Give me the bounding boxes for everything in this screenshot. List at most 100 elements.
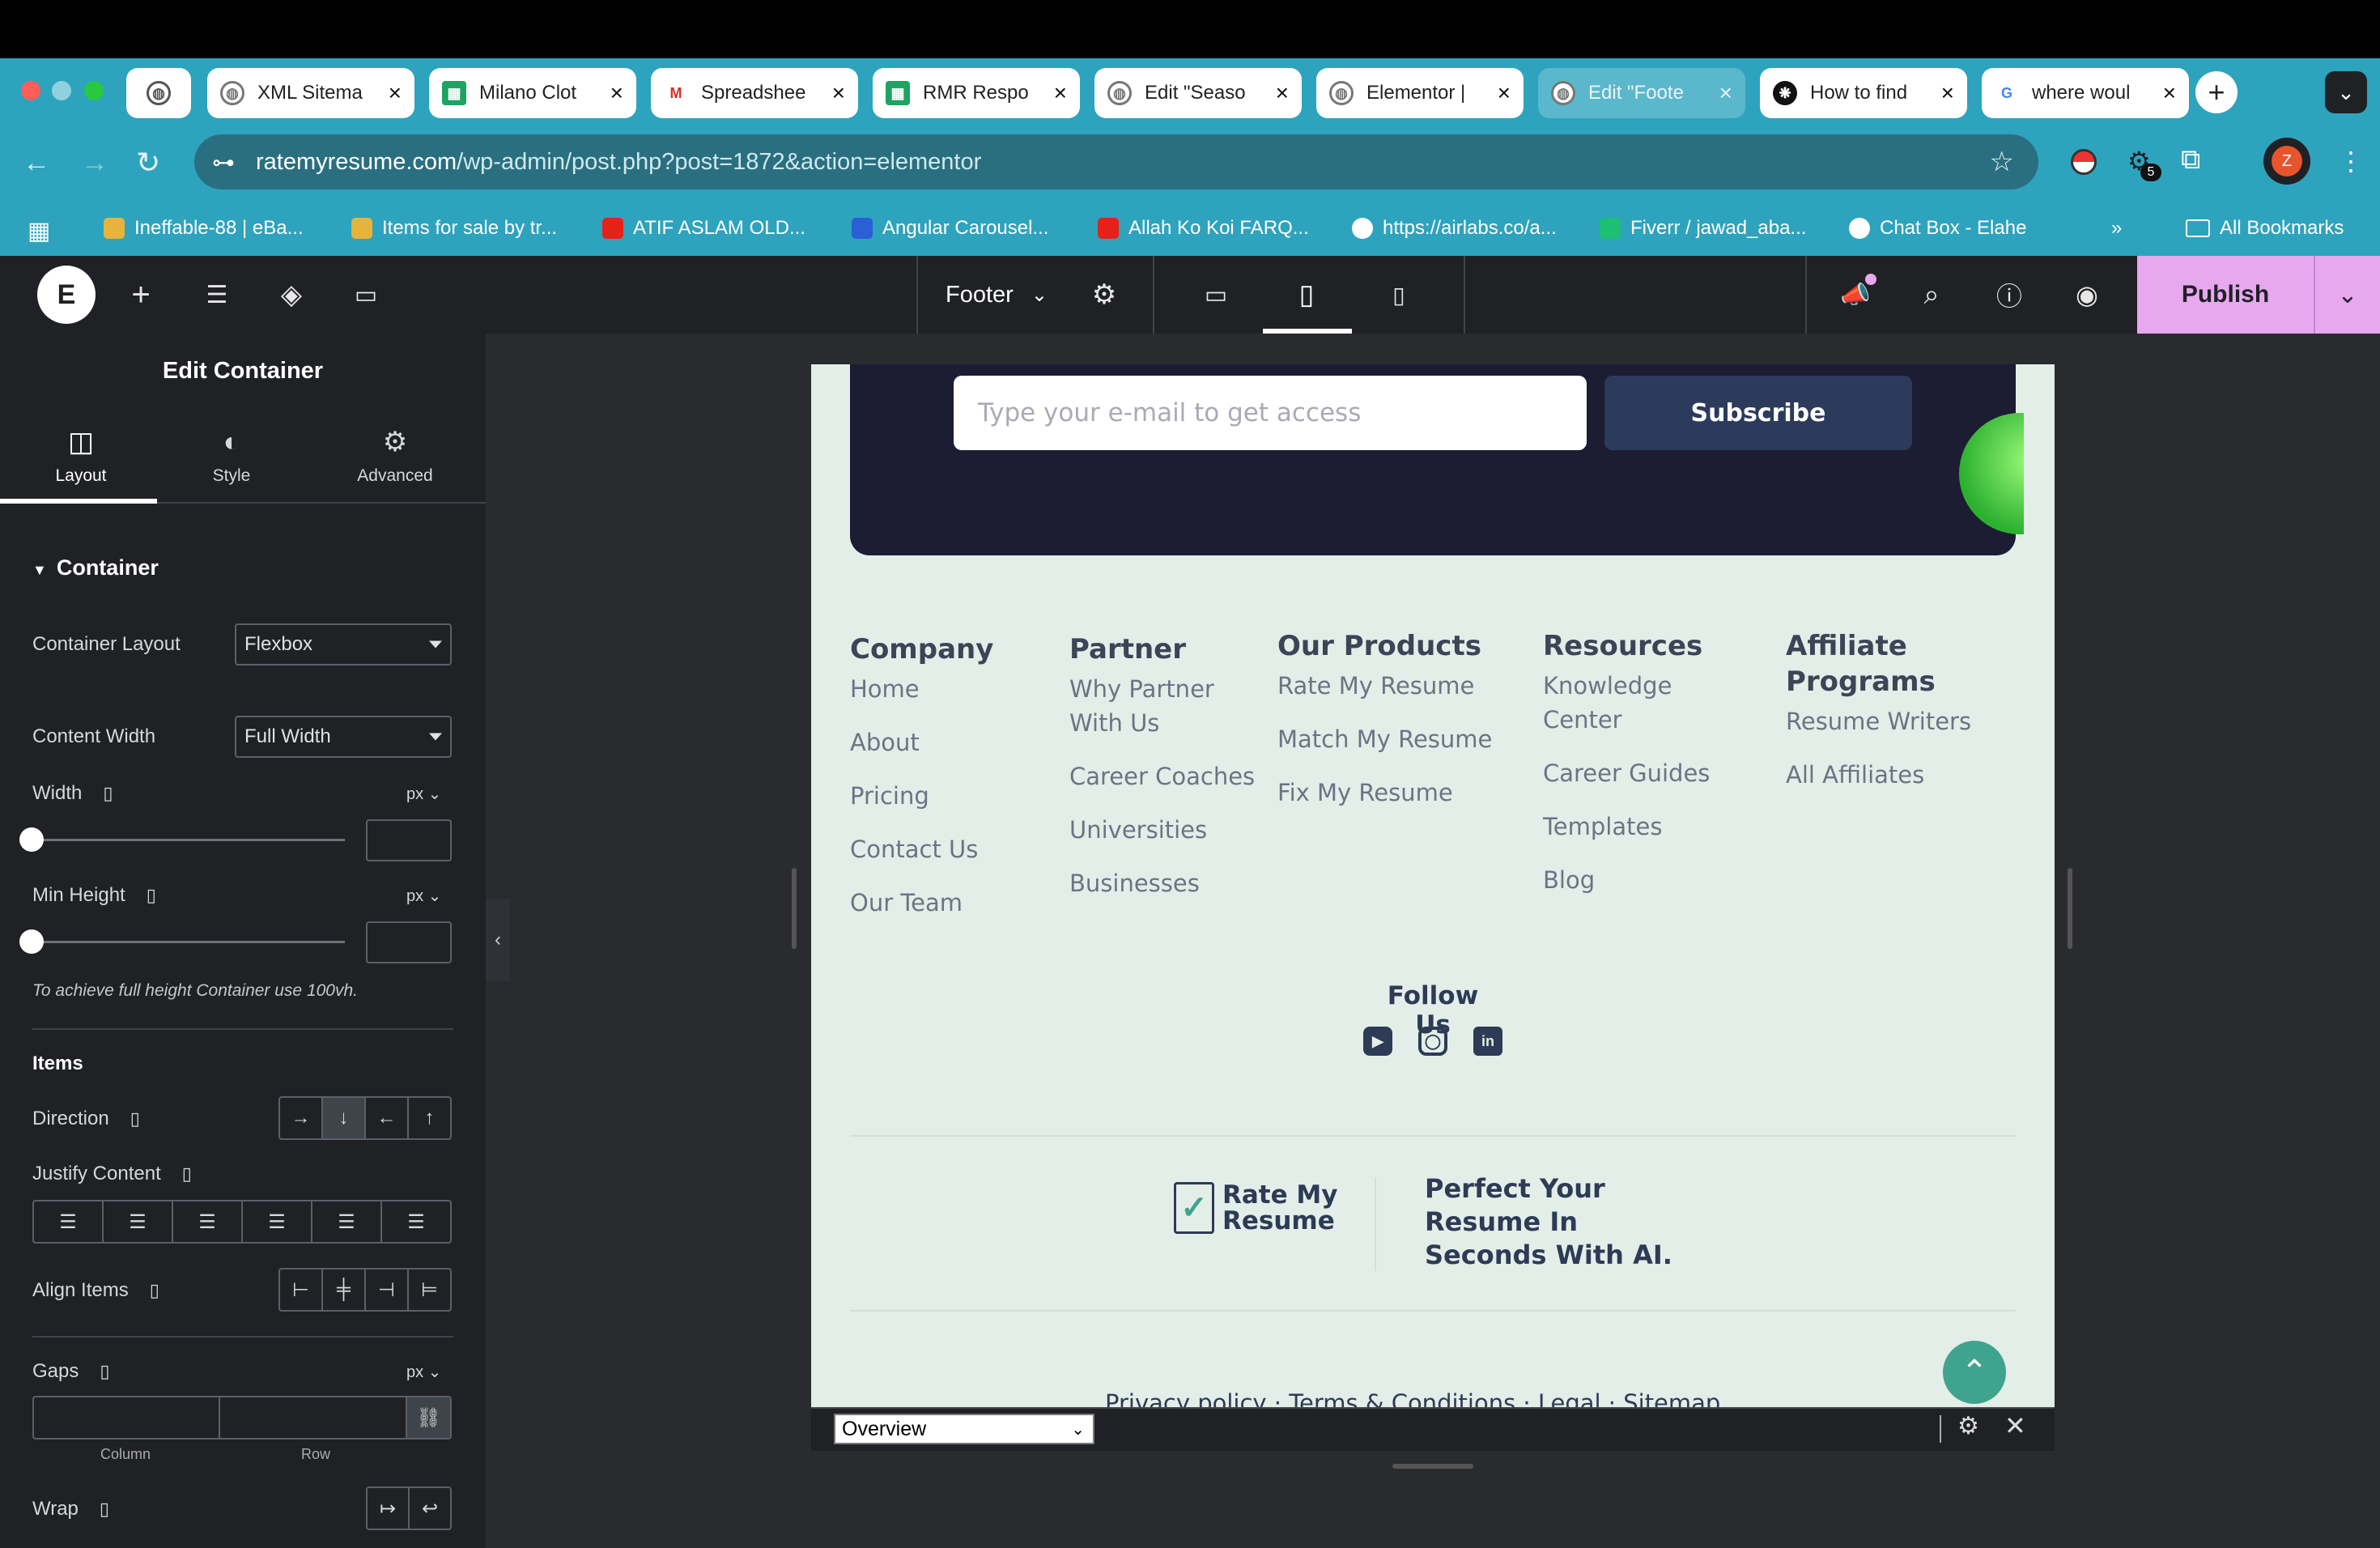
email-input[interactable]: Type your e-mail to get access xyxy=(954,376,1587,450)
close-tab-icon[interactable]: × xyxy=(1276,80,1289,106)
align-center-icon[interactable]: ╪ xyxy=(323,1269,366,1310)
responsive-device-icon[interactable]: ▯ xyxy=(147,885,156,905)
bookmark-item[interactable]: Chat Box - Elahe xyxy=(1849,217,2026,240)
bookmark-item[interactable]: https://airlabs.co/a... xyxy=(1352,217,1557,240)
bookmark-item[interactable]: Angular Carousel... xyxy=(852,217,1048,240)
footer-link[interactable]: Knowledge Center xyxy=(1543,669,1753,737)
align-end-icon[interactable]: ⊣ xyxy=(366,1269,409,1310)
apps-grid-icon[interactable]: ▦ xyxy=(28,217,50,245)
responsive-device-icon[interactable]: ▯ xyxy=(182,1163,192,1184)
browser-tab[interactable]: M Spreadshee × xyxy=(651,68,858,118)
bookmark-item[interactable]: Items for sale by tr... xyxy=(351,217,557,240)
close-tab-icon[interactable]: × xyxy=(389,80,402,106)
footer-link[interactable]: Career Coaches xyxy=(1069,759,1272,793)
link-values-icon[interactable]: ⛓ xyxy=(406,1397,450,1438)
justify-space-around-icon[interactable]: ☰ xyxy=(312,1201,382,1242)
new-tab-button[interactable]: + xyxy=(2195,71,2238,113)
footer-link[interactable]: Blog xyxy=(1543,863,1753,897)
close-tab-icon[interactable]: × xyxy=(610,80,623,106)
footer-link[interactable]: Our Team xyxy=(850,886,1069,920)
scroll-to-top-button[interactable]: ⌃ xyxy=(1943,1341,2006,1404)
container-layout-select[interactable]: Flexbox xyxy=(235,623,452,666)
tab-style[interactable]: ◐ Style xyxy=(151,408,312,504)
canvas-resize-handle-left[interactable] xyxy=(792,868,797,949)
direction-column-reverse-icon[interactable]: ↑ xyxy=(409,1098,450,1138)
direction-row-reverse-icon[interactable]: ← xyxy=(366,1098,409,1138)
justify-center-icon[interactable]: ☰ xyxy=(104,1201,173,1242)
direction-row-icon[interactable]: → xyxy=(280,1098,323,1138)
footer-link[interactable]: Why Partner With Us xyxy=(1069,672,1272,740)
close-tab-icon[interactable]: × xyxy=(1054,80,1067,106)
close-tab-icon[interactable]: × xyxy=(1498,80,1511,106)
browser-tab[interactable]: ▦ Milano Clot × xyxy=(429,68,636,118)
direction-column-icon[interactable]: ↓ xyxy=(323,1098,366,1138)
justify-start-icon[interactable]: ☰ xyxy=(34,1201,104,1242)
preview-eye-icon[interactable]: ◉ xyxy=(2069,277,2105,313)
close-tab-icon[interactable]: × xyxy=(832,80,845,106)
tablet-view-icon[interactable]: ▯ xyxy=(1289,277,1324,313)
minimize-window-button[interactable] xyxy=(52,81,71,100)
responsive-device-icon[interactable]: ▯ xyxy=(150,1280,159,1300)
all-bookmarks-button[interactable]: All Bookmarks xyxy=(2186,217,2344,240)
no-wrap-icon[interactable]: ↦ xyxy=(368,1488,410,1529)
footer-link[interactable]: Rate My Resume xyxy=(1277,669,1520,703)
mobile-view-icon[interactable]: ▯ xyxy=(1381,277,1417,313)
wrap-icon[interactable]: ↩ xyxy=(410,1488,450,1529)
align-stretch-icon[interactable]: ⊨ xyxy=(409,1269,450,1310)
tab-advanced[interactable]: ⚙ Advanced xyxy=(314,408,476,504)
footer-link[interactable]: Pricing xyxy=(850,779,1069,813)
close-tab-icon[interactable]: × xyxy=(1719,80,1732,106)
search-icon[interactable]: ⌕ xyxy=(1914,277,1949,313)
justify-space-between-icon[interactable]: ☰ xyxy=(243,1201,312,1242)
browser-tab[interactable]: Gwhere woul × xyxy=(1982,68,2189,118)
tab-layout[interactable]: ◫ Layout xyxy=(0,408,162,504)
forward-button[interactable]: → xyxy=(81,147,108,179)
footer-link[interactable]: Businesses xyxy=(1069,866,1272,900)
bookmarks-overflow-button[interactable]: » xyxy=(2111,217,2122,240)
close-tab-icon[interactable]: × xyxy=(1941,80,1954,106)
site-info-icon[interactable]: ⊶ xyxy=(212,149,235,176)
bookmark-item[interactable]: Allah Ko Koi FARQ... xyxy=(1098,217,1309,240)
footer-link[interactable]: All Affiliates xyxy=(1786,758,2029,792)
instagram-icon[interactable]: ◯ xyxy=(1418,1027,1447,1056)
browser-tab[interactable]: ◍ Edit "Foote × xyxy=(1538,68,1745,118)
profile-avatar[interactable]: Z xyxy=(2263,138,2310,185)
browser-tab[interactable]: ◍ XML Sitema × xyxy=(207,68,414,118)
back-button[interactable]: ← xyxy=(23,147,50,179)
browser-tab[interactable]: ◍ Edit "Seaso × xyxy=(1094,68,1302,118)
pinned-tab[interactable]: ◍ xyxy=(126,68,191,118)
close-tab-icon[interactable]: × xyxy=(2163,80,2176,106)
address-bar[interactable]: ⊶ ratemyresume.com/wp-admin/post.php?post… xyxy=(194,134,2038,189)
bookmark-item[interactable]: Ineffable-88 | eBa... xyxy=(104,217,304,240)
browser-tab[interactable]: ◍ Elementor | × xyxy=(1316,68,1524,118)
reload-button[interactable]: ↻ xyxy=(136,146,160,180)
desktop-view-icon[interactable]: ▭ xyxy=(1198,277,1234,313)
elementor-logo[interactable]: E xyxy=(37,266,96,324)
min-height-slider-handle[interactable] xyxy=(19,929,44,954)
bookmark-item[interactable]: Fiverr / jawad_aba... xyxy=(1600,217,1806,240)
min-height-input[interactable] xyxy=(366,921,452,963)
navigator-select[interactable]: Overview ⌄ xyxy=(834,1414,1094,1444)
footer-link[interactable]: Home xyxy=(850,672,1069,706)
browser-tab[interactable]: ❋ How to find × xyxy=(1760,68,1967,118)
browser-menu-icon[interactable]: ⋮ xyxy=(2338,146,2364,176)
canvas-resize-handle-bottom[interactable] xyxy=(1392,1464,1473,1469)
responsive-device-icon[interactable]: ▯ xyxy=(100,1499,109,1519)
responsive-device-icon[interactable]: ▯ xyxy=(103,783,113,803)
section-toggle-container[interactable]: ▼ Container xyxy=(32,555,159,580)
bookmark-star-icon[interactable]: ☆ xyxy=(1990,146,2014,178)
help-icon[interactable]: ⓘ xyxy=(1991,277,2027,313)
content-width-select[interactable]: Full Width xyxy=(235,716,452,758)
responsive-device-icon[interactable]: ▯ xyxy=(100,1361,109,1381)
structure-layers-icon[interactable]: ◈ xyxy=(274,277,309,313)
subscribe-button[interactable]: Subscribe xyxy=(1604,376,1912,450)
footer-link[interactable]: Match My Resume xyxy=(1277,722,1520,756)
min-height-slider-track[interactable] xyxy=(32,941,345,943)
gap-row-input[interactable] xyxy=(220,1397,407,1438)
justify-space-evenly-icon[interactable]: ☰ xyxy=(382,1201,450,1242)
footer-link[interactable]: About xyxy=(850,725,1069,759)
footer-link[interactable]: Career Guides xyxy=(1543,756,1753,790)
pokeball-extension-icon[interactable] xyxy=(2071,149,2097,175)
responsive-device-icon[interactable]: ▯ xyxy=(130,1108,140,1129)
rate-my-resume-logo[interactable]: ✓ Rate My Resume xyxy=(1174,1182,1337,1234)
